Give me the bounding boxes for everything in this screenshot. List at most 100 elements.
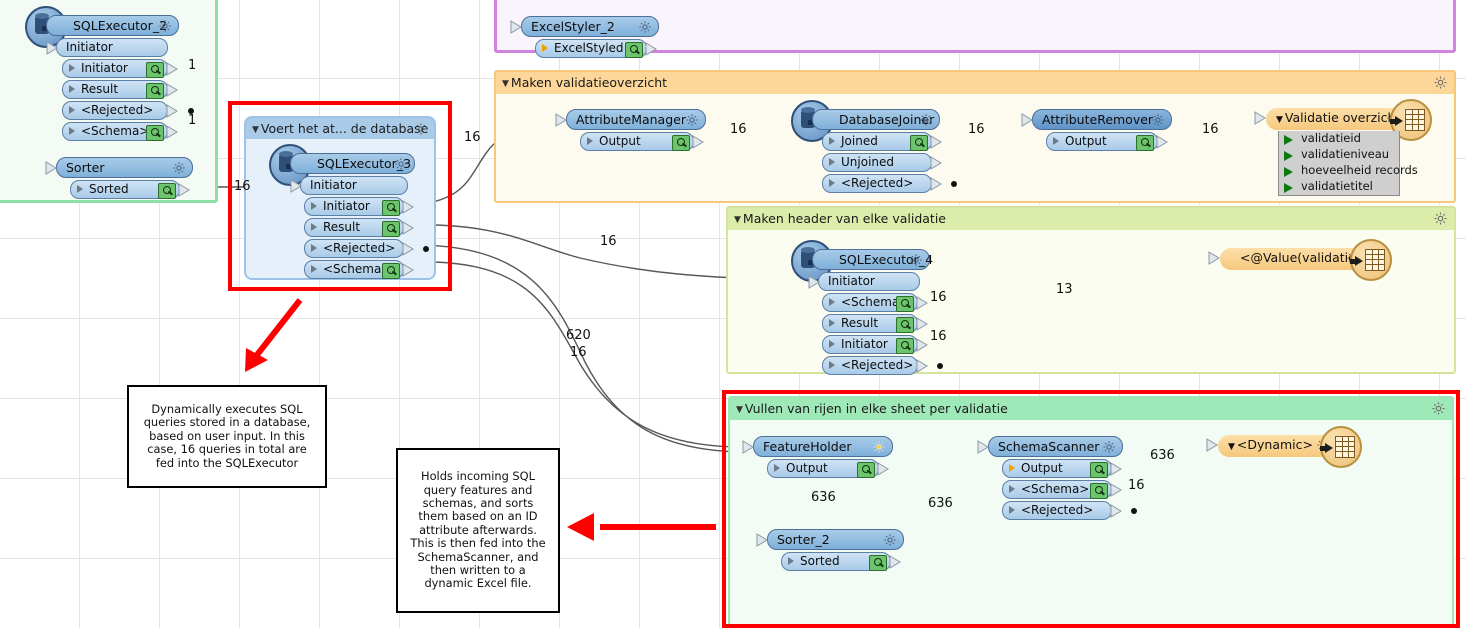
output-port-rejected[interactable]: <Rejected>	[1002, 501, 1137, 520]
magnifier-icon[interactable]	[1090, 483, 1108, 499]
magnifier-icon[interactable]	[857, 462, 875, 478]
gear-icon[interactable]	[1433, 75, 1448, 94]
output-port-sorted[interactable]: Sorted	[70, 180, 190, 199]
node-sqlexecutor-3[interactable]: SQLExecutor_3 Initiator Initiator Result	[269, 144, 429, 279]
node-header[interactable]: SQLExecutor_4	[812, 249, 933, 272]
node-header[interactable]: AttributeRemover	[1021, 109, 1172, 132]
output-port-rejected[interactable]: <Rejected>	[304, 239, 429, 258]
gear-icon[interactable]	[414, 121, 428, 139]
writer-value-validatieid[interactable]: <@Value(validatieid)>	[1208, 239, 1392, 281]
magnifier-icon[interactable]	[146, 62, 164, 78]
output-port-sorted[interactable]: Sorted	[781, 552, 901, 571]
node-header[interactable]: DatabaseJoiner	[812, 109, 940, 130]
node-sqlexecutor-4[interactable]: SQLExecutor_4 Initiator <Schema> Result	[791, 240, 943, 375]
group-header-lime[interactable]: ▼ Maken header van elke validatie	[728, 208, 1454, 230]
output-port-excelstyled[interactable]: ExcelStyled	[535, 39, 657, 58]
output-port-output[interactable]: Output	[767, 459, 889, 478]
output-port-schema[interactable]: <Schema>	[62, 122, 178, 141]
output-port-output[interactable]: Output	[1046, 132, 1168, 151]
node-header[interactable]: SQLExecutor_2	[46, 15, 179, 36]
attribute-row[interactable]: validatietitel	[1278, 179, 1400, 196]
gear-icon[interactable]	[919, 113, 933, 132]
gear-icon[interactable]	[872, 440, 886, 459]
collapse-triangle-icon[interactable]: ▼	[502, 79, 509, 89]
output-port-unjoined[interactable]: Unjoined	[822, 153, 942, 172]
node-sqlexecutor-2[interactable]: SQLExecutor_2 Initiator Initiator Result	[25, 6, 194, 141]
magnifier-icon[interactable]	[382, 263, 400, 279]
node-attributemanager[interactable]: AttributeManager Output	[555, 109, 706, 151]
output-port-rejected[interactable]: <Rejected>	[822, 174, 957, 193]
gear-icon[interactable]	[638, 20, 652, 39]
gear-icon[interactable]	[1433, 211, 1448, 230]
node-header[interactable]: AttributeManager	[555, 109, 706, 132]
gear-icon[interactable]	[909, 253, 923, 272]
writer-validatie-overzicht[interactable]: ▼ Validatie overzicht validatieid validat…	[1254, 99, 1432, 196]
collapse-triangle-icon[interactable]: ▼	[734, 215, 741, 225]
magnifier-icon[interactable]	[1090, 462, 1108, 478]
group-header-blue[interactable]: ▼ Voert het at... de database	[246, 118, 434, 139]
input-port-initiator[interactable]: Initiator	[290, 176, 408, 195]
node-attributeremover[interactable]: AttributeRemover Output	[1021, 109, 1172, 151]
node-header[interactable]: FeatureHolder	[742, 436, 893, 459]
gear-icon[interactable]	[883, 533, 897, 552]
attribute-row[interactable]: hoeveelheid records	[1278, 163, 1418, 180]
gear-icon[interactable]	[685, 113, 699, 132]
port-arrow-icon	[311, 202, 317, 210]
output-port-output[interactable]: Output	[580, 132, 704, 151]
node-databasejoiner[interactable]: DatabaseJoiner Joined Unjoined <Rejected…	[791, 100, 957, 193]
output-port-schema[interactable]: <Schema>	[304, 260, 414, 279]
output-port-initiator[interactable]: Initiator	[62, 59, 178, 78]
attribute-row[interactable]: validatieniveau	[1278, 147, 1400, 164]
input-port-initiator[interactable]: Initiator	[808, 272, 920, 291]
node-header[interactable]: SchemaScanner	[977, 436, 1123, 459]
input-port-initiator[interactable]: Initiator	[46, 38, 168, 57]
magnifier-icon[interactable]	[382, 221, 400, 237]
magnifier-icon[interactable]	[146, 125, 164, 141]
magnifier-icon[interactable]	[146, 83, 164, 99]
attribute-row[interactable]: validatieid	[1278, 131, 1400, 148]
gear-icon[interactable]	[1151, 113, 1165, 132]
magnifier-icon[interactable]	[896, 296, 914, 312]
output-port-schema[interactable]: <Schema>	[822, 293, 928, 312]
magnifier-icon[interactable]	[896, 317, 914, 333]
collapse-triangle-icon[interactable]: ▼	[1276, 115, 1283, 125]
output-port-rejected[interactable]: <Rejected>	[62, 101, 194, 120]
node-header[interactable]: Sorter	[45, 157, 193, 180]
collapse-triangle-icon[interactable]: ▼	[1228, 442, 1235, 452]
gear-icon[interactable]	[158, 19, 172, 38]
node-header[interactable]: SQLExecutor_3	[290, 153, 415, 174]
collapse-triangle-icon[interactable]: ▼	[252, 125, 259, 135]
output-port-initiator[interactable]: Initiator	[822, 335, 928, 354]
writer-header[interactable]: ▼ Validatie overzicht	[1254, 99, 1432, 141]
magnifier-icon[interactable]	[910, 135, 928, 151]
node-header[interactable]: Sorter_2	[756, 529, 904, 552]
node-schemascanner[interactable]: SchemaScanner Output <Schema> <Rejected>	[977, 436, 1137, 520]
writer-dynamic[interactable]: ▼ <Dynamic>	[1206, 426, 1362, 468]
output-port-initiator[interactable]: Initiator	[304, 197, 414, 216]
magnifier-icon[interactable]	[896, 338, 914, 354]
node-featureholder[interactable]: FeatureHolder Output	[742, 436, 893, 478]
magnifier-icon[interactable]	[869, 555, 887, 571]
node-header[interactable]: ExcelStyler_2	[510, 16, 659, 39]
magnifier-icon[interactable]	[1136, 135, 1154, 151]
output-port-schema[interactable]: <Schema>	[1002, 480, 1122, 499]
output-port-result[interactable]: Result	[304, 218, 414, 237]
magnifier-icon[interactable]	[625, 42, 643, 58]
magnifier-icon[interactable]	[672, 135, 690, 151]
group-header-orange[interactable]: ▼ Maken validatieoverzicht	[496, 72, 1454, 94]
output-port-rejected[interactable]: <Rejected>	[822, 356, 943, 375]
gear-icon[interactable]	[172, 161, 186, 180]
output-port-joined[interactable]: Joined	[822, 132, 942, 151]
node-sorter-2[interactable]: Sorter_2 Sorted	[756, 529, 904, 571]
writer-header[interactable]: ▼ <Dynamic>	[1206, 426, 1362, 468]
magnifier-icon[interactable]	[158, 183, 176, 199]
writer-header[interactable]: <@Value(validatieid)>	[1208, 239, 1392, 281]
output-port-result[interactable]: Result	[62, 80, 178, 99]
gear-icon[interactable]	[1102, 440, 1116, 459]
node-sorter[interactable]: Sorter Sorted	[45, 157, 193, 199]
gear-icon[interactable]	[394, 157, 408, 176]
node-excelstyler-2[interactable]: ExcelStyler_2 ExcelStyled	[510, 16, 659, 58]
output-port-result[interactable]: Result	[822, 314, 928, 333]
output-port-output[interactable]: Output	[1002, 459, 1122, 478]
magnifier-icon[interactable]	[382, 200, 400, 216]
